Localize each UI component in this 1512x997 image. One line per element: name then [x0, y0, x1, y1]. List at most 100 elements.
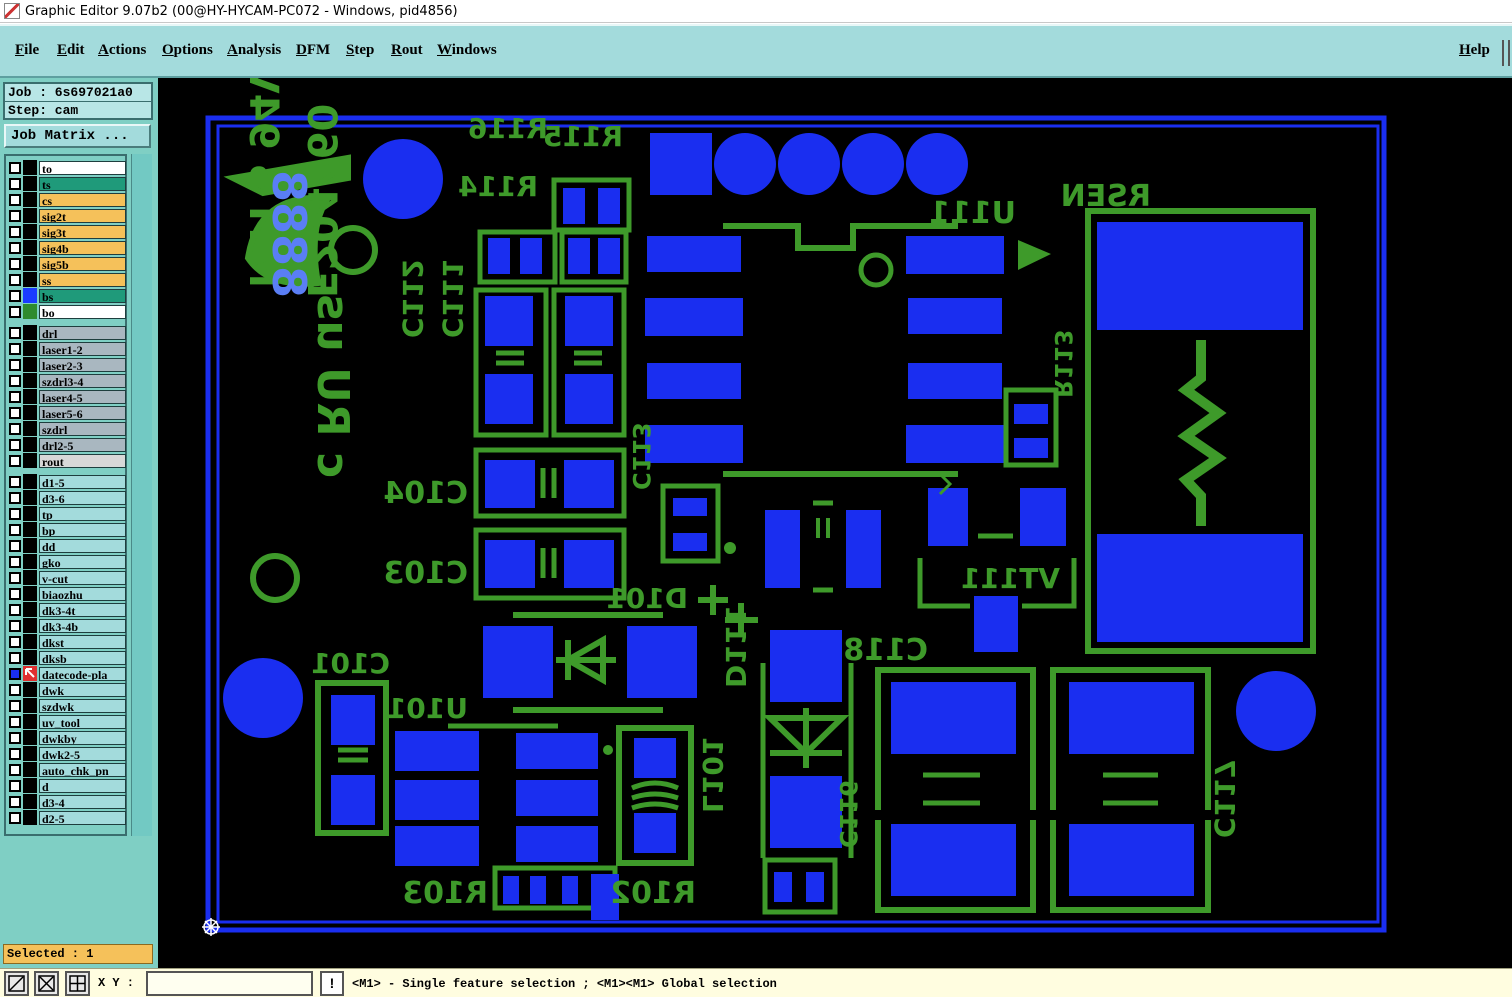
layer-row[interactable]: v-cut [9, 570, 126, 585]
layer-checkbox[interactable] [9, 390, 21, 403]
layer-name[interactable]: laser5-6 [39, 405, 126, 420]
layer-checkbox[interactable] [9, 715, 21, 728]
layer-checkbox[interactable] [9, 406, 21, 419]
layer-row[interactable]: bs [9, 288, 126, 303]
layer-checkbox[interactable] [9, 374, 21, 387]
layer-checkbox[interactable] [9, 683, 21, 696]
menu-step[interactable]: Step [346, 42, 374, 59]
layer-name[interactable]: sig5b [39, 256, 126, 271]
grid-snap-button[interactable] [65, 971, 90, 996]
layer-row[interactable]: dk3-4b [9, 618, 126, 633]
layer-row[interactable]: szdrl [9, 421, 126, 436]
layer-row[interactable]: d2-5 [9, 810, 126, 825]
layer-color-swatch[interactable] [23, 357, 37, 372]
menu-analysis[interactable]: Analysis [227, 42, 281, 59]
layer-name[interactable]: laser2-3 [39, 357, 126, 372]
layer-row[interactable]: dk3-4t [9, 602, 126, 617]
layer-row[interactable]: ts [9, 176, 126, 191]
menu-edit[interactable]: Edit [57, 42, 85, 59]
layer-row[interactable]: dwk [9, 682, 126, 697]
layer-row[interactable]: drl [9, 325, 126, 340]
layer-row[interactable]: d [9, 778, 126, 793]
layer-checkbox[interactable] [9, 273, 21, 286]
layer-row[interactable]: laser4-5 [9, 389, 126, 404]
layer-row[interactable]: dkst [9, 634, 126, 649]
layer-checkbox[interactable] [9, 635, 21, 648]
layer-color-swatch[interactable] [23, 256, 37, 271]
layer-row[interactable]: to [9, 160, 126, 175]
layer-color-swatch[interactable] [23, 698, 37, 713]
layer-row[interactable]: sig4b [9, 240, 126, 255]
layer-checkbox[interactable] [9, 571, 21, 584]
layer-name[interactable]: d3-4 [39, 794, 126, 809]
layer-row[interactable]: datecode-pla [9, 666, 126, 681]
layer-row[interactable]: uv_tool [9, 714, 126, 729]
layer-row[interactable]: laser2-3 [9, 357, 126, 372]
layer-checkbox[interactable] [9, 763, 21, 776]
layer-name[interactable]: dksb [39, 650, 126, 665]
layer-row[interactable]: bo [9, 304, 126, 319]
layer-checkbox[interactable] [9, 699, 21, 712]
layer-checkbox[interactable] [9, 587, 21, 600]
layer-row[interactable]: d3-6 [9, 490, 126, 505]
layer-name[interactable]: sig3t [39, 224, 126, 239]
layer-checkbox[interactable] [9, 289, 21, 302]
menu-help[interactable]: Help [1459, 42, 1490, 59]
layer-checkbox[interactable] [9, 603, 21, 616]
layer-name[interactable]: dwkby [39, 730, 126, 745]
layer-color-swatch[interactable] [23, 272, 37, 287]
layer-color-swatch[interactable] [23, 506, 37, 521]
layer-name[interactable]: sig2t [39, 208, 126, 223]
layer-checkbox[interactable] [9, 555, 21, 568]
layer-checkbox[interactable] [9, 454, 21, 467]
layer-color-swatch[interactable] [23, 634, 37, 649]
layer-checkbox[interactable] [9, 523, 21, 536]
layer-color-swatch[interactable] [23, 602, 37, 617]
layer-name[interactable]: szdwk [39, 698, 126, 713]
layer-color-swatch[interactable] [23, 682, 37, 697]
layer-color-swatch[interactable] [23, 160, 37, 175]
layer-name[interactable]: bp [39, 522, 126, 537]
layer-checkbox[interactable] [9, 257, 21, 270]
menu-options[interactable]: Options [162, 42, 213, 59]
layer-row[interactable]: d3-4 [9, 794, 126, 809]
layer-name[interactable]: laser4-5 [39, 389, 126, 404]
layer-checkbox[interactable] [9, 619, 21, 632]
layer-color-swatch[interactable] [23, 778, 37, 793]
layer-name[interactable]: auto_chk_pn [39, 762, 126, 777]
layer-name[interactable]: dkst [39, 634, 126, 649]
layer-checkbox[interactable] [9, 193, 21, 206]
layer-color-swatch[interactable] [23, 666, 37, 681]
layer-row[interactable]: rout [9, 453, 126, 468]
layer-row[interactable]: dwk2-5 [9, 746, 126, 761]
layer-checkbox[interactable] [9, 779, 21, 792]
layer-color-swatch[interactable] [23, 224, 37, 239]
layer-name[interactable]: bo [39, 304, 126, 319]
menu-windows[interactable]: Windows [437, 42, 497, 59]
layer-row[interactable]: cs [9, 192, 126, 207]
xy-input[interactable] [146, 971, 313, 996]
layer-name[interactable]: dd [39, 538, 126, 553]
layer-name[interactable]: biaozhu [39, 586, 126, 601]
layer-color-swatch[interactable] [23, 490, 37, 505]
layer-name[interactable]: datecode-pla [39, 666, 126, 681]
layer-checkbox[interactable] [9, 326, 21, 339]
layer-color-swatch[interactable] [23, 746, 37, 761]
layer-checkbox[interactable] [9, 209, 21, 222]
layer-row[interactable]: bp [9, 522, 126, 537]
menu-dfm[interactable]: DFM [296, 42, 330, 59]
layer-color-swatch[interactable] [23, 650, 37, 665]
layer-name[interactable]: bs [39, 288, 126, 303]
layer-checkbox[interactable] [9, 747, 21, 760]
layer-checkbox[interactable] [9, 305, 21, 318]
layer-scrollbar[interactable] [131, 154, 152, 836]
layer-checkbox[interactable] [9, 342, 21, 355]
layer-name[interactable]: gko [39, 554, 126, 569]
layer-color-swatch[interactable] [23, 762, 37, 777]
layer-row[interactable]: ss [9, 272, 126, 287]
layer-name[interactable]: dk3-4t [39, 602, 126, 617]
layer-name[interactable]: rout [39, 453, 126, 468]
layer-name[interactable]: d3-6 [39, 490, 126, 505]
layer-name[interactable]: d2-5 [39, 810, 126, 825]
layer-color-swatch[interactable] [23, 325, 37, 340]
